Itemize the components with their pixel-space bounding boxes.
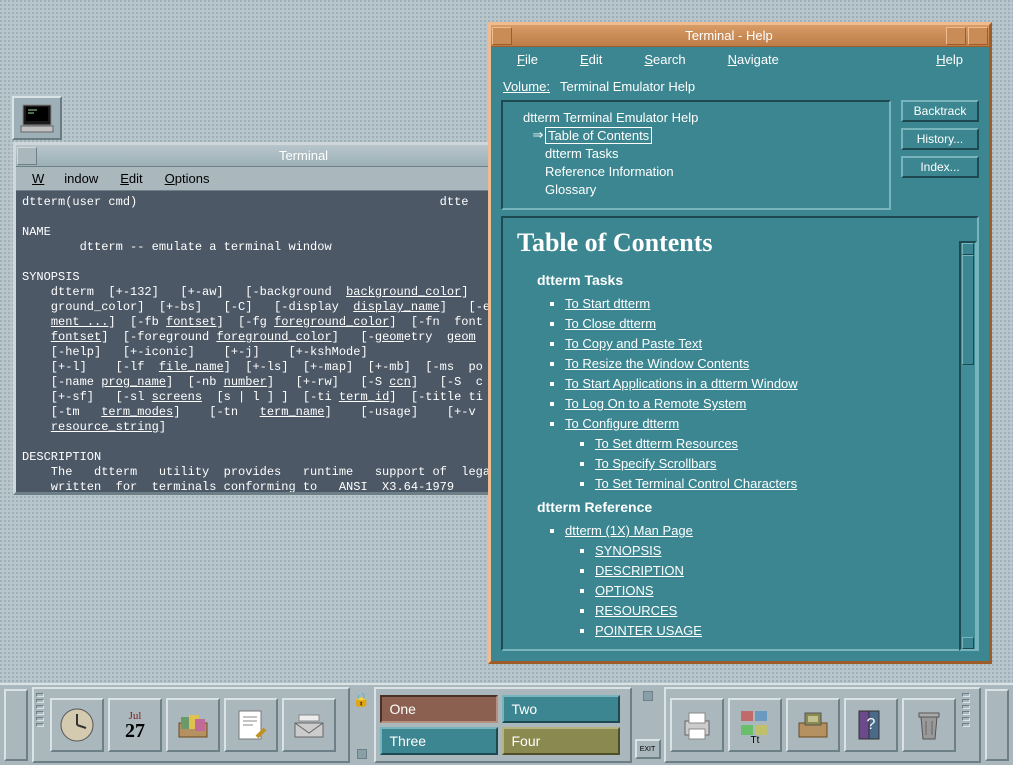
help-titlebar[interactable]: Terminal - Help — [491, 25, 989, 47]
help-link[interactable]: POINTER USAGE — [595, 623, 702, 638]
help-link-item: To Start dtterm — [565, 296, 963, 311]
help-link[interactable]: DESCRIPTION — [595, 563, 684, 578]
help-link[interactable]: RESOURCES — [595, 603, 677, 618]
help-link-item: To Set Terminal Control Characters — [595, 476, 963, 491]
index-button[interactable]: Index... — [901, 156, 979, 178]
panel-right-group: Tt ? — [664, 687, 982, 763]
help-link-item: To Start Applications in a dtterm Window — [565, 376, 963, 391]
workspace-switcher: OneTwoThreeFour — [374, 687, 632, 763]
help-link[interactable]: To Configure dtterm — [565, 416, 679, 431]
help-link[interactable]: OPTIONS — [595, 583, 654, 598]
lock-icon[interactable]: 🔒 — [353, 691, 370, 708]
calendar-icon[interactable]: Jul 27 — [108, 698, 162, 752]
topic-row[interactable]: Glossary — [507, 180, 885, 198]
scroll-up-arrow[interactable] — [962, 243, 974, 255]
workspace-button[interactable]: One — [380, 695, 498, 723]
help-section-heading: dtterm Tasks — [537, 272, 963, 288]
help-manager-icon[interactable]: ? — [844, 698, 898, 752]
menu-window[interactable]: Window — [22, 169, 108, 188]
menu-edit[interactable]: Edit — [560, 50, 622, 69]
help-link-item: RESOURCES — [595, 603, 963, 618]
help-link[interactable]: To Start Applications in a dtterm Window — [565, 376, 798, 391]
file-manager-icon[interactable] — [166, 698, 220, 752]
help-link[interactable]: To Specify Scrollbars — [595, 456, 716, 471]
application-manager-icon[interactable] — [786, 698, 840, 752]
help-scrollbar[interactable] — [959, 241, 977, 651]
help-content-pane[interactable]: Table of Contents dtterm Tasks To Start d… — [501, 216, 979, 651]
volume-label: Volume: — [503, 79, 550, 94]
help-link-item: POINTER USAGE — [595, 623, 963, 638]
menu-help[interactable]: Help — [916, 50, 983, 69]
topic-row[interactable]: dtterm Terminal Emulator Help — [507, 108, 885, 126]
history-button[interactable]: History... — [901, 128, 979, 150]
help-volume-row: Volume: Terminal Emulator Help — [503, 79, 979, 94]
help-link[interactable]: To Close dtterm — [565, 316, 656, 331]
workspace-button[interactable]: Two — [502, 695, 620, 723]
computer-icon — [19, 103, 55, 133]
help-link[interactable]: To Copy and Paste Text — [565, 336, 702, 351]
topic-row[interactable]: ⇒Table of Contents — [507, 126, 885, 144]
help-link-item: SYNOPSIS — [595, 543, 963, 558]
help-link-item: To Close dtterm — [565, 316, 963, 331]
scroll-down-arrow[interactable] — [962, 637, 974, 649]
desktop-terminal-icon[interactable] — [12, 96, 62, 140]
help-link-item: DESCRIPTION — [595, 563, 963, 578]
help-link-item: To Configure dtterm — [565, 416, 963, 431]
panel-exit-column: EXIT — [632, 685, 664, 765]
menu-file[interactable]: File — [497, 50, 558, 69]
help-link-item: To Set dtterm Resources — [595, 436, 963, 451]
help-section-heading: dtterm Reference — [537, 499, 963, 515]
workspace-button[interactable]: Four — [502, 727, 620, 755]
clock-icon[interactable] — [50, 698, 104, 752]
topic-row[interactable]: Reference Information — [507, 162, 885, 180]
help-link-item: To Specify Scrollbars — [595, 456, 963, 471]
help-link[interactable]: To Set dtterm Resources — [595, 436, 738, 451]
help-link-item: OPTIONS — [595, 583, 963, 598]
style-manager-icon[interactable]: Tt — [728, 698, 782, 752]
topic-row[interactable]: dtterm Tasks — [507, 144, 885, 162]
minimize-button[interactable] — [946, 27, 966, 45]
menu-navigate[interactable]: Navigate — [708, 50, 799, 69]
help-link-item: To Resize the Window Contents — [565, 356, 963, 371]
printer-icon[interactable] — [670, 698, 724, 752]
help-link[interactable]: To Log On to a Remote System — [565, 396, 746, 411]
menu-edit[interactable]: Edit — [110, 169, 152, 188]
panel-left-group: Jul 27 — [32, 687, 350, 763]
panel-handle-right[interactable] — [981, 685, 1013, 765]
help-link[interactable]: To Start dtterm — [565, 296, 650, 311]
text-editor-icon[interactable] — [224, 698, 278, 752]
scroll-thumb[interactable] — [962, 255, 974, 365]
help-link[interactable]: To Set Terminal Control Characters — [595, 476, 797, 491]
menu-search[interactable]: Search — [624, 50, 705, 69]
help-link[interactable]: dtterm (1X) Man Page — [565, 523, 693, 538]
svg-text:Tt: Tt — [750, 735, 759, 745]
front-panel: Jul 27 🔒 OneTwoThreeFour EXIT — [0, 683, 1013, 765]
help-heading: Table of Contents — [517, 228, 963, 258]
help-link[interactable]: SYNOPSIS — [595, 543, 661, 558]
activity-light — [643, 691, 653, 701]
help-menubar: File Edit Search Navigate Help — [491, 47, 989, 71]
menu-options[interactable]: Options — [155, 169, 220, 188]
help-link-item: To Log On to a Remote System — [565, 396, 963, 411]
maximize-button[interactable] — [968, 27, 988, 45]
help-topic-tree[interactable]: dtterm Terminal Emulator Help⇒Table of C… — [501, 100, 891, 210]
help-link-item: dtterm (1X) Man Page — [565, 523, 963, 538]
window-menu-button[interactable] — [17, 147, 37, 165]
window-menu-button[interactable] — [492, 27, 512, 45]
backtrack-button[interactable]: Backtrack — [901, 100, 979, 122]
svg-text:?: ? — [866, 716, 875, 733]
help-link-item: To Copy and Paste Text — [565, 336, 963, 351]
help-link[interactable]: To Resize the Window Contents — [565, 356, 749, 371]
volume-name: Terminal Emulator Help — [560, 79, 695, 94]
mail-icon[interactable] — [282, 698, 336, 752]
workspace-button[interactable]: Three — [380, 727, 498, 755]
trash-icon[interactable] — [902, 698, 956, 752]
panel-handle-left[interactable] — [0, 685, 32, 765]
help-title: Terminal - Help — [513, 28, 945, 43]
panel-lock-column: 🔒 — [350, 685, 374, 765]
exit-button[interactable]: EXIT — [635, 739, 661, 759]
help-window: Terminal - Help File Edit Search Navigat… — [488, 22, 992, 664]
busy-light — [357, 749, 367, 759]
